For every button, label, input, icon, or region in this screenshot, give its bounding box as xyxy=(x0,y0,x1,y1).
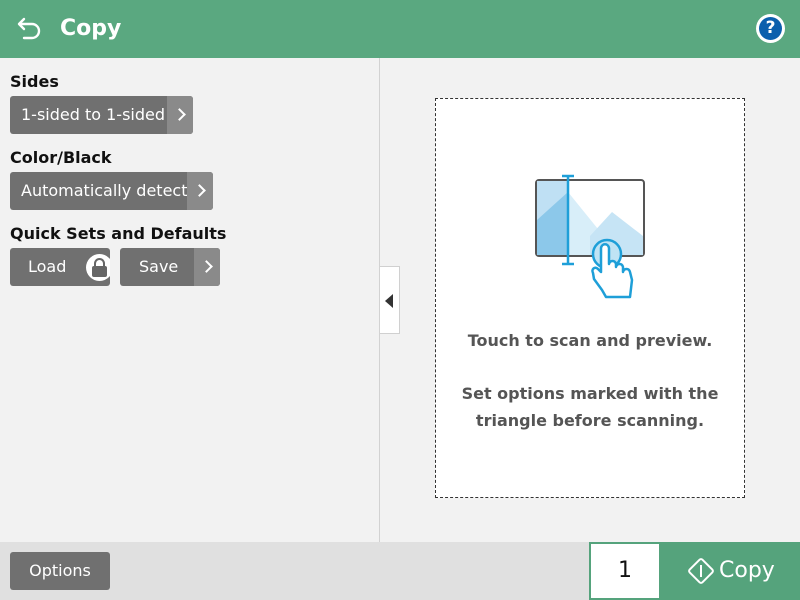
quick-sets-label: Quick Sets and Defaults xyxy=(10,224,227,243)
copy-label: Copy xyxy=(719,558,775,583)
scan-preview-area[interactable]: Touch to scan and preview. Set options m… xyxy=(435,98,745,498)
back-arrow-icon xyxy=(17,17,41,40)
copies-count-field[interactable]: 1 xyxy=(589,542,661,600)
start-icon xyxy=(688,558,714,584)
collapse-panel-button[interactable] xyxy=(380,266,400,334)
color-black-value: Automatically detect xyxy=(21,181,188,200)
page-title: Copy xyxy=(60,16,122,41)
preview-instruction: Touch to scan and preview. xyxy=(467,331,713,350)
back-button[interactable] xyxy=(12,14,46,44)
chevron-right-icon xyxy=(194,248,220,286)
preview-note-line2: triangle before scanning. xyxy=(475,411,705,430)
copy-button[interactable]: Copy xyxy=(661,542,800,600)
settings-panel: Sides 1-sided to 1-sided Color/Black Aut… xyxy=(0,58,380,542)
chevron-right-icon xyxy=(167,96,193,134)
help-button[interactable]: ? xyxy=(756,14,785,43)
save-label: Save xyxy=(139,257,179,276)
options-button[interactable]: Options xyxy=(10,552,110,590)
bottom-bar: Options 1 Copy xyxy=(0,542,800,600)
top-bar: Copy ? xyxy=(0,0,800,58)
lock-icon xyxy=(86,254,110,281)
sides-button[interactable]: 1-sided to 1-sided xyxy=(10,96,193,134)
chevron-right-icon xyxy=(187,172,213,210)
load-button[interactable]: Load xyxy=(10,248,110,286)
sides-label: Sides xyxy=(10,72,59,91)
save-button[interactable]: Save xyxy=(120,248,220,286)
preview-note-line1: Set options marked with the xyxy=(461,384,719,403)
help-icon: ? xyxy=(759,17,782,40)
sides-value: 1-sided to 1-sided xyxy=(21,105,166,124)
color-black-button[interactable]: Automatically detect xyxy=(10,172,213,210)
color-black-label: Color/Black xyxy=(10,148,112,167)
load-label: Load xyxy=(28,257,67,276)
scan-preview-icon xyxy=(535,174,645,299)
